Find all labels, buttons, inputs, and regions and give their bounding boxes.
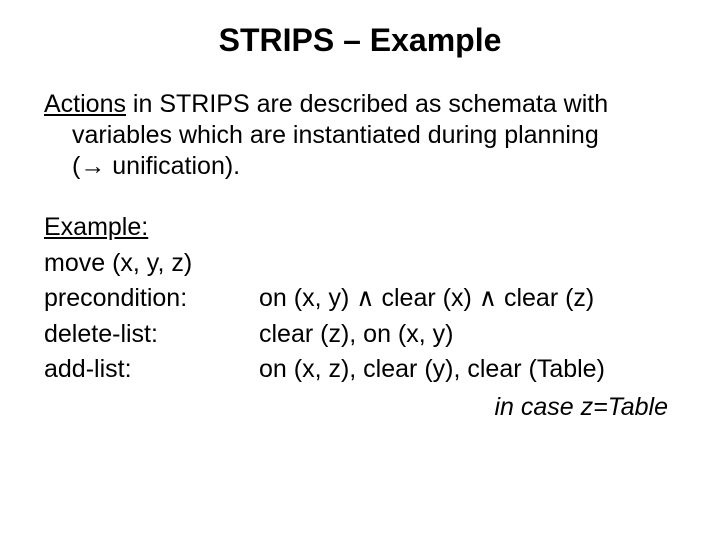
example-note: in case z=Table bbox=[44, 390, 676, 426]
intro-line3-suffix: unification). bbox=[105, 152, 240, 180]
row-precondition: precondition: on (x, y) ∧ clear (x) ∧ cl… bbox=[44, 281, 676, 317]
value-delete-list: clear (z), on (x, y) bbox=[259, 317, 676, 353]
intro-paragraph: Actions in STRIPS are described as schem… bbox=[44, 89, 676, 182]
example-block: Example: move (x, y, z) precondition: on… bbox=[44, 210, 676, 425]
arrow-icon: → bbox=[80, 152, 105, 180]
intro-line2: variables which are instantiated during … bbox=[72, 121, 599, 149]
label-add-list: add-list: bbox=[44, 352, 259, 388]
example-heading: Example: bbox=[44, 210, 676, 246]
intro-actions-word: Actions bbox=[44, 90, 126, 118]
value-add-list: on (x, z), clear (y), clear (Table) bbox=[259, 352, 676, 388]
row-add-list: add-list: on (x, z), clear (y), clear (T… bbox=[44, 352, 676, 388]
example-move: move (x, y, z) bbox=[44, 246, 676, 282]
label-delete-list: delete-list: bbox=[44, 317, 259, 353]
intro-line1-rest: in STRIPS are described as schemata with bbox=[126, 90, 608, 118]
label-precondition: precondition: bbox=[44, 281, 259, 317]
slide-title: STRIPS – Example bbox=[44, 22, 676, 59]
slide: STRIPS – Example Actions in STRIPS are d… bbox=[0, 0, 720, 540]
value-precondition: on (x, y) ∧ clear (x) ∧ clear (z) bbox=[259, 281, 676, 317]
row-delete-list: delete-list: clear (z), on (x, y) bbox=[44, 317, 676, 353]
